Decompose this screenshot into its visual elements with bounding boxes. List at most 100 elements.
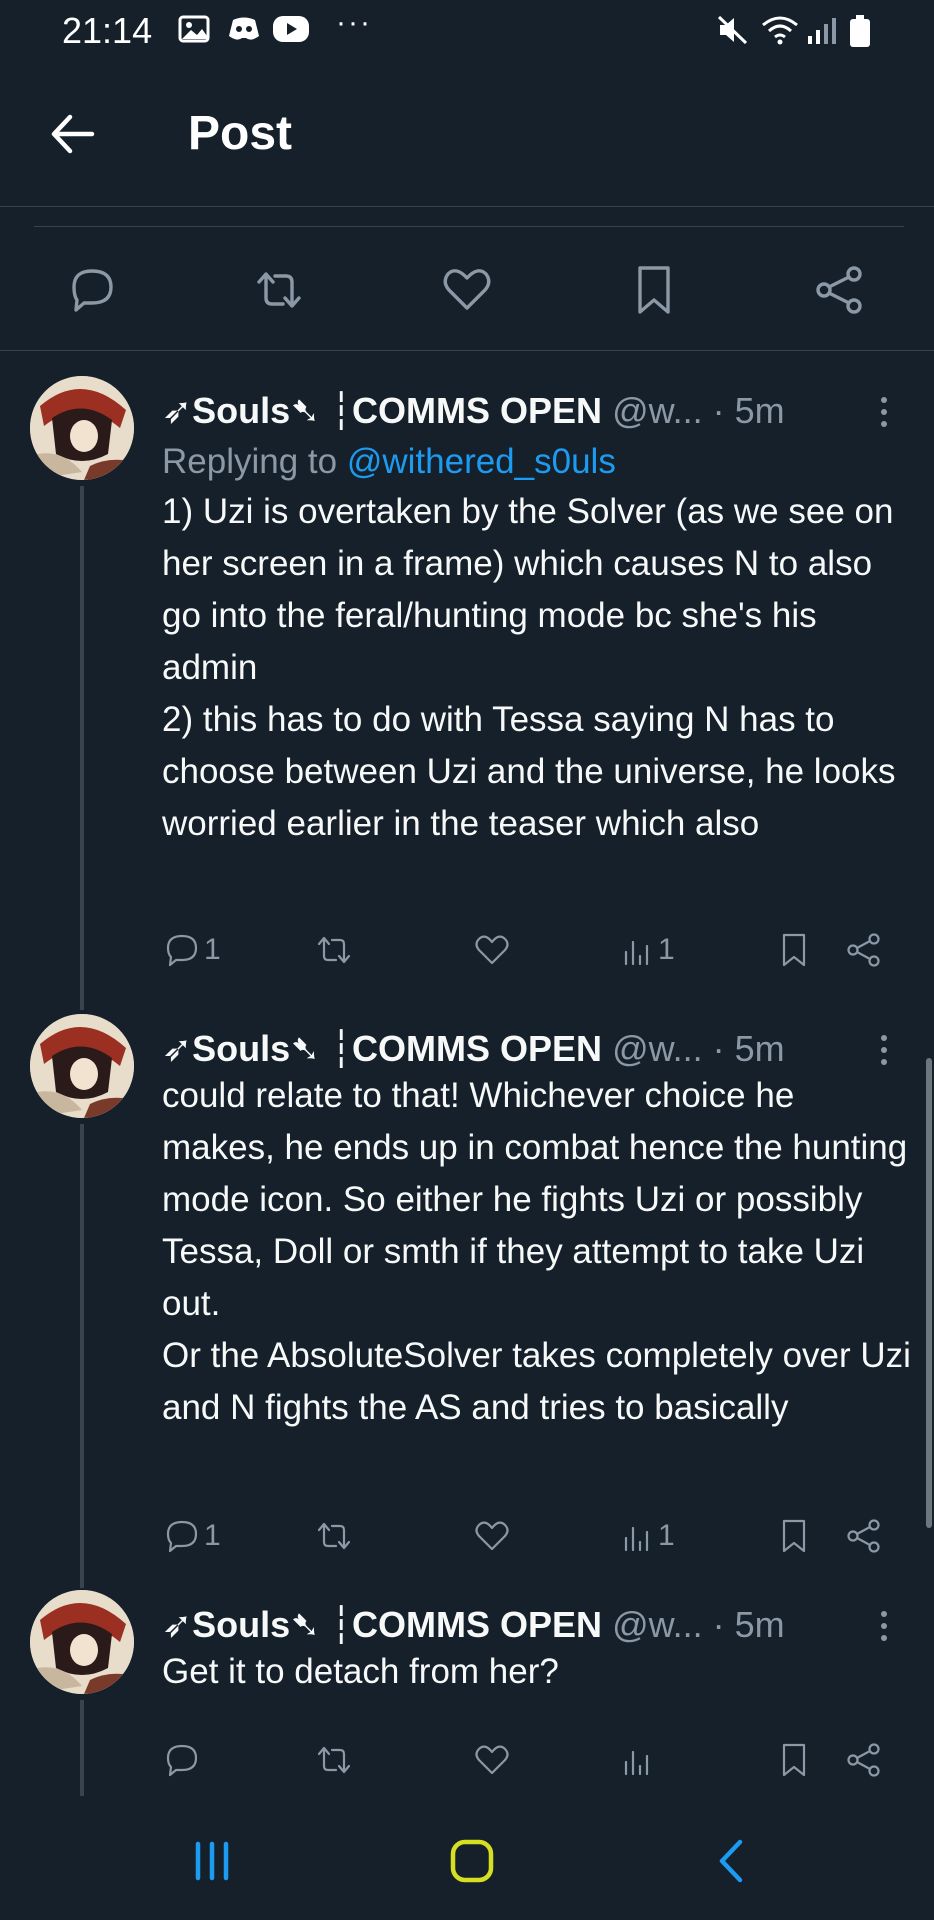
views-button[interactable]: 1 [620, 922, 675, 978]
bookmark-button[interactable] [774, 922, 814, 978]
like-button[interactable] [472, 1732, 512, 1788]
reply-icon [166, 1744, 198, 1777]
avatar-image [30, 1590, 134, 1694]
replying-to: Replying to @withered_s0uls [162, 442, 616, 482]
avatar-image [30, 376, 134, 480]
status-more-icon: ··· [336, 6, 372, 39]
display-name[interactable]: ➶Souls➷ ┆COMMS OPEN [162, 390, 602, 431]
battery-icon [850, 15, 870, 47]
discord-icon [229, 17, 259, 40]
reply-post[interactable]: ➶Souls➷ ┆COMMS OPEN @w... · 5m Replying … [0, 376, 934, 1010]
reply-button[interactable]: 1 [162, 1508, 221, 1564]
post-text: Get it to detach from her? [162, 1652, 559, 1691]
post-time: 5m [734, 1604, 785, 1645]
post-actions: 1 1 [0, 922, 934, 978]
like-icon [475, 935, 509, 965]
repost-button[interactable] [314, 1508, 354, 1564]
user-handle[interactable]: @w... [612, 1028, 703, 1069]
gallery-icon [178, 15, 210, 43]
repost-icon [317, 1746, 351, 1774]
meta-separator: · [712, 390, 725, 431]
user-handle[interactable]: @w... [612, 1604, 703, 1645]
views-count: 1 [658, 1519, 675, 1552]
reply-post[interactable]: ➶Souls➷ ┆COMMS OPEN @w... · 5m could rel… [0, 1014, 934, 1588]
back-icon[interactable] [704, 1836, 764, 1886]
post-text: 1) Uzi is overtaken by the Solver (as we… [162, 492, 896, 843]
status-bar: 21:14 ··· [0, 0, 934, 62]
views-button[interactable]: 1 [620, 1508, 675, 1564]
reply-icon [166, 1520, 198, 1553]
share-button[interactable] [844, 1732, 884, 1788]
youtube-icon [273, 16, 309, 42]
share-button[interactable] [844, 922, 884, 978]
home-icon[interactable] [442, 1836, 502, 1886]
like-icon[interactable] [439, 262, 495, 318]
display-name[interactable]: ➶Souls➷ ┆COMMS OPEN [162, 1604, 602, 1645]
recents-icon[interactable] [182, 1836, 242, 1886]
meta-separator: · [712, 1028, 725, 1069]
post-time: 5m [734, 1028, 785, 1069]
reply-button[interactable] [162, 1732, 204, 1788]
share-icon [847, 933, 880, 967]
reply-button[interactable]: 1 [162, 922, 221, 978]
views-icon [624, 1750, 649, 1776]
wifi-icon [762, 16, 798, 45]
bookmark-button[interactable] [774, 1508, 814, 1564]
display-name[interactable]: ➶Souls➷ ┆COMMS OPEN [162, 1028, 602, 1069]
bookmark-icon [782, 1519, 806, 1553]
page-title: Post [188, 107, 293, 160]
more-options-icon[interactable] [872, 1604, 896, 1648]
meta-separator: · [712, 1604, 725, 1645]
views-icon [624, 1526, 649, 1552]
reply-icon[interactable] [64, 262, 120, 318]
repost-icon [317, 1522, 351, 1550]
signal-icon [808, 18, 836, 44]
like-icon [475, 1521, 509, 1551]
bookmark-button[interactable] [774, 1732, 814, 1788]
post-actions: 1 1 [0, 1508, 934, 1564]
post-text: could relate to that! Whichever choice h… [162, 1076, 911, 1427]
views-count: 1 [658, 933, 675, 966]
main-post-actions [0, 250, 934, 351]
like-icon [475, 1745, 509, 1775]
replying-prefix: Replying to [162, 442, 347, 481]
bookmark-icon [782, 933, 806, 967]
repost-button[interactable] [314, 1732, 354, 1788]
status-time: 21:14 [62, 10, 153, 51]
avatar[interactable] [30, 1014, 134, 1118]
mention-link[interactable]: @withered_s0uls [347, 442, 616, 481]
repost-icon[interactable] [251, 262, 307, 318]
header: Post [0, 62, 934, 207]
share-icon [847, 1743, 880, 1777]
share-icon [847, 1519, 880, 1553]
bookmark-icon [782, 1743, 806, 1777]
divider [34, 226, 904, 227]
share-icon[interactable] [812, 262, 868, 318]
avatar[interactable] [30, 1590, 134, 1694]
more-options-icon[interactable] [872, 1028, 896, 1072]
scrollbar[interactable] [926, 1058, 932, 1528]
views-icon [624, 940, 649, 966]
avatar[interactable] [30, 376, 134, 480]
share-button[interactable] [844, 1508, 884, 1564]
system-nav-bar [0, 1800, 934, 1920]
like-button[interactable] [472, 922, 512, 978]
mute-icon [717, 15, 748, 45]
back-arrow-icon[interactable] [44, 104, 104, 164]
bookmark-icon[interactable] [626, 262, 682, 318]
reply-icon [166, 934, 198, 967]
post-time: 5m [734, 390, 785, 431]
repost-icon [317, 936, 351, 964]
post-meta: ➶Souls➷ ┆COMMS OPEN @w... · 5m [162, 1604, 785, 1648]
post-meta: ➶Souls➷ ┆COMMS OPEN @w... · 5m [162, 390, 785, 434]
like-button[interactable] [472, 1508, 512, 1564]
views-button[interactable] [620, 1732, 658, 1788]
reply-post[interactable]: ➶Souls➷ ┆COMMS OPEN @w... · 5m Get it to… [0, 1590, 934, 1800]
avatar-image [30, 1014, 134, 1118]
reply-count: 1 [204, 1519, 221, 1552]
more-options-icon[interactable] [872, 390, 896, 434]
repost-button[interactable] [314, 922, 354, 978]
post-meta: ➶Souls➷ ┆COMMS OPEN @w... · 5m [162, 1028, 785, 1072]
post-actions [0, 1732, 934, 1788]
user-handle[interactable]: @w... [612, 390, 703, 431]
